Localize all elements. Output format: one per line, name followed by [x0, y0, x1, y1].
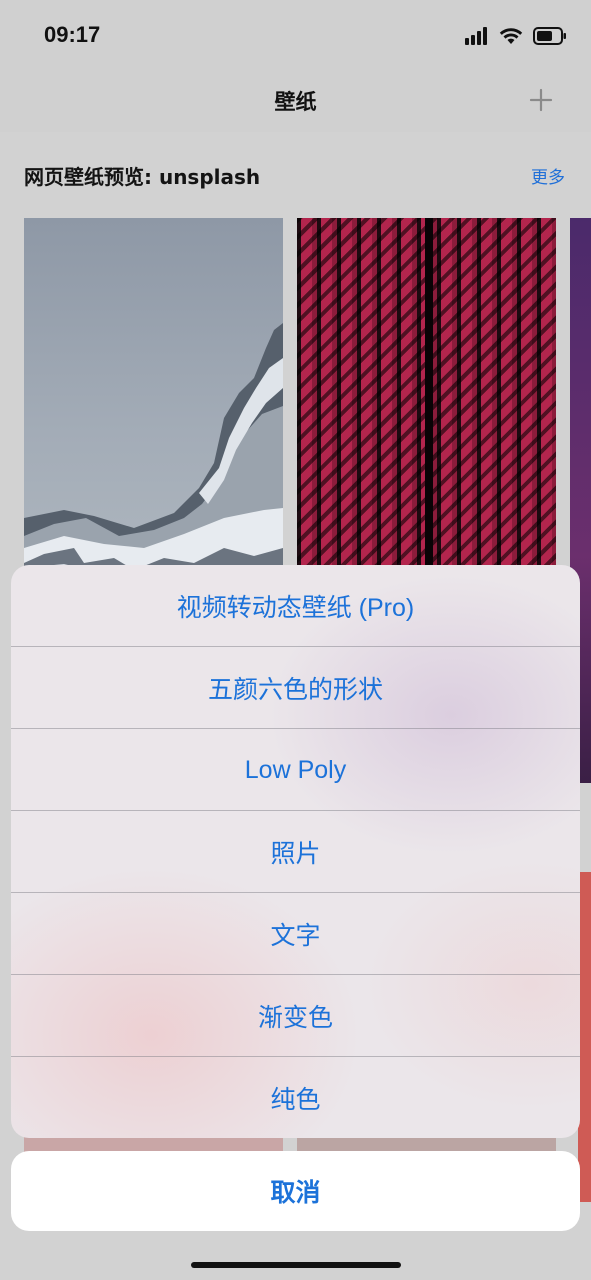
action-text[interactable]: 文字: [11, 893, 580, 975]
action-sheet: 视频转动态壁纸 (Pro) 五颜六色的形状 Low Poly 照片 文字 渐变色…: [11, 565, 580, 1138]
cancel-button[interactable]: 取消: [11, 1151, 580, 1231]
action-solid-color[interactable]: 纯色: [11, 1057, 580, 1138]
action-photo[interactable]: 照片: [11, 811, 580, 893]
action-gradient[interactable]: 渐变色: [11, 975, 580, 1057]
action-colorful-shapes[interactable]: 五颜六色的形状: [11, 647, 580, 729]
home-indicator: [191, 1262, 401, 1268]
action-low-poly[interactable]: Low Poly: [11, 729, 580, 811]
action-video-to-live-wallpaper[interactable]: 视频转动态壁纸 (Pro): [11, 565, 580, 647]
